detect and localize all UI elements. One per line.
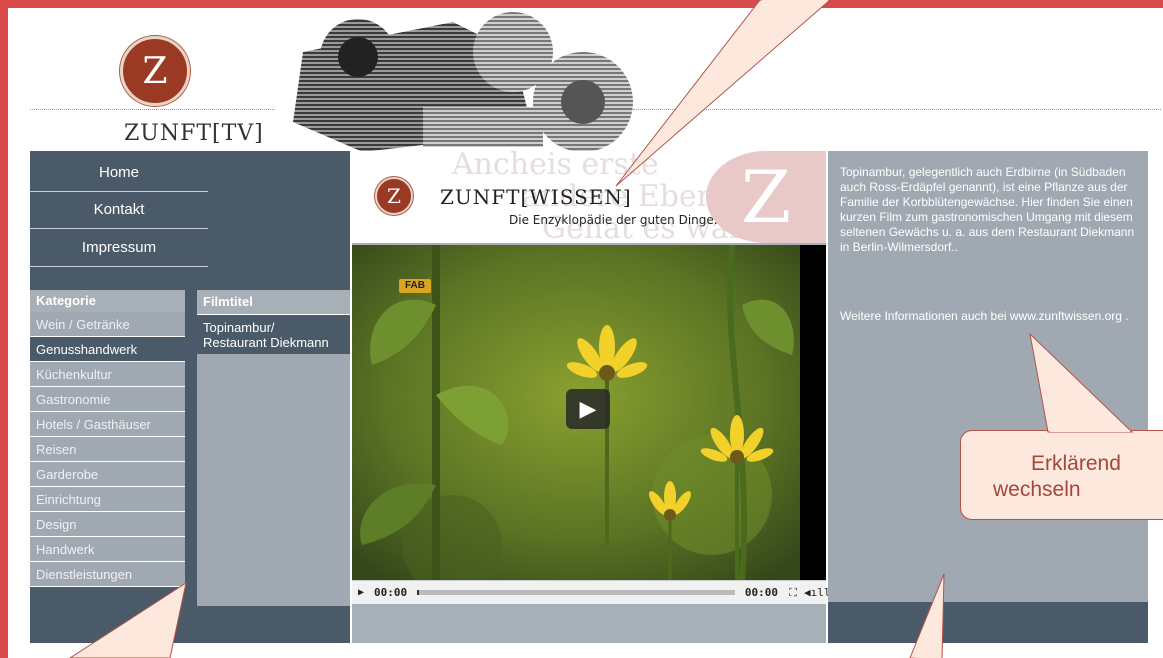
nav-home[interactable]: Home [30, 155, 208, 192]
time-current: 00:00 [374, 586, 408, 599]
camera-illustration [293, 12, 633, 152]
volume-icon[interactable]: ◀ıll [804, 586, 831, 599]
category-item[interactable]: Dienstleistungen [30, 562, 185, 587]
more-info-text: Weitere Informationen auch bei www.zunft… [840, 309, 1129, 323]
category-list: Kategorie Wein / Getränke Genusshandwerk… [30, 290, 185, 610]
header-divider-left [30, 109, 275, 110]
banner-watermark: Z [706, 151, 826, 243]
zunft-logo[interactable]: Z [120, 36, 190, 106]
category-item[interactable]: Design [30, 512, 185, 537]
channel-badge: FAB [399, 279, 431, 293]
category-item[interactable]: Hotels / Gasthäuser [30, 412, 185, 437]
category-item[interactable]: Gastronomie [30, 387, 185, 412]
seek-bar[interactable] [417, 590, 735, 595]
film-list-header: Filmtitel [197, 290, 350, 315]
callout-line1: Erklärend [1031, 452, 1121, 475]
logo-letter: Z [142, 50, 168, 92]
time-total: 00:00 [744, 586, 778, 599]
category-item[interactable]: Reisen [30, 437, 185, 462]
film-item-topinambur[interactable]: Topinambur/ Restaurant Diekmann [197, 315, 350, 354]
film-title-line1: Topinambur/ [203, 320, 275, 335]
callout-line2: wechseln [993, 478, 1081, 501]
info-panel: Topinambur, gelegentlich auch Erdbirne (… [828, 151, 1148, 643]
play-overlay-button[interactable]: ▶ [566, 389, 610, 429]
header-divider-right [633, 109, 1161, 110]
banner-ghost-text: Ancheis erste [452, 151, 659, 182]
film-list: Filmtitel Topinambur/ Restaurant Diekman… [197, 290, 350, 606]
category-item[interactable]: Garderobe [30, 462, 185, 487]
category-item[interactable]: Handwerk [30, 537, 185, 562]
nav-kontakt[interactable]: Kontakt [30, 192, 208, 229]
category-item[interactable]: Einrichtung [30, 487, 185, 512]
category-item[interactable]: Wein / Getränke [30, 312, 185, 337]
film-title-line2: Restaurant Diekmann [203, 335, 329, 350]
category-item[interactable]: Küchenkultur [30, 362, 185, 387]
zunftwissen-logo[interactable]: Z [375, 177, 413, 215]
info-panel-footer [828, 602, 1148, 643]
video-controls: ▶ 00:00 00:00 ⛶ ◀ıll [352, 580, 831, 604]
zunftwissen-banner: Ancheis erste andere Ebene Genat es war … [352, 151, 826, 243]
film-description: Topinambur, gelegentlich auch Erdbirne (… [840, 165, 1135, 254]
left-navigation: Home Kontakt Impressum Kategorie Wein / … [30, 151, 350, 643]
nav-impressum[interactable]: Impressum [30, 230, 208, 267]
callout-bubble: Erklärend wechseln [960, 430, 1163, 520]
play-icon[interactable]: ▶ [352, 587, 370, 598]
banner-subtitle: Die Enzyklopädie der guten Dinge. [509, 213, 718, 227]
category-item-active[interactable]: Genusshandwerk [30, 337, 185, 362]
page-frame: Z ZUNFT[TV] Home Kontakt Impressum Kateg… [8, 8, 1163, 658]
video-area: Ancheis erste andere Ebene Genat es war … [352, 151, 831, 643]
banner-logo-letter: Z [387, 184, 401, 208]
logo-text: ZUNFT[TV] [124, 121, 264, 146]
fullscreen-icon[interactable]: ⛶ [782, 586, 804, 600]
banner-title: ZUNFT[WISSEN] [440, 185, 632, 209]
category-header: Kategorie [30, 290, 185, 312]
video-player[interactable]: FAB ▶ ▶ 00:00 00:00 ⛶ ◀ıll [352, 245, 831, 604]
